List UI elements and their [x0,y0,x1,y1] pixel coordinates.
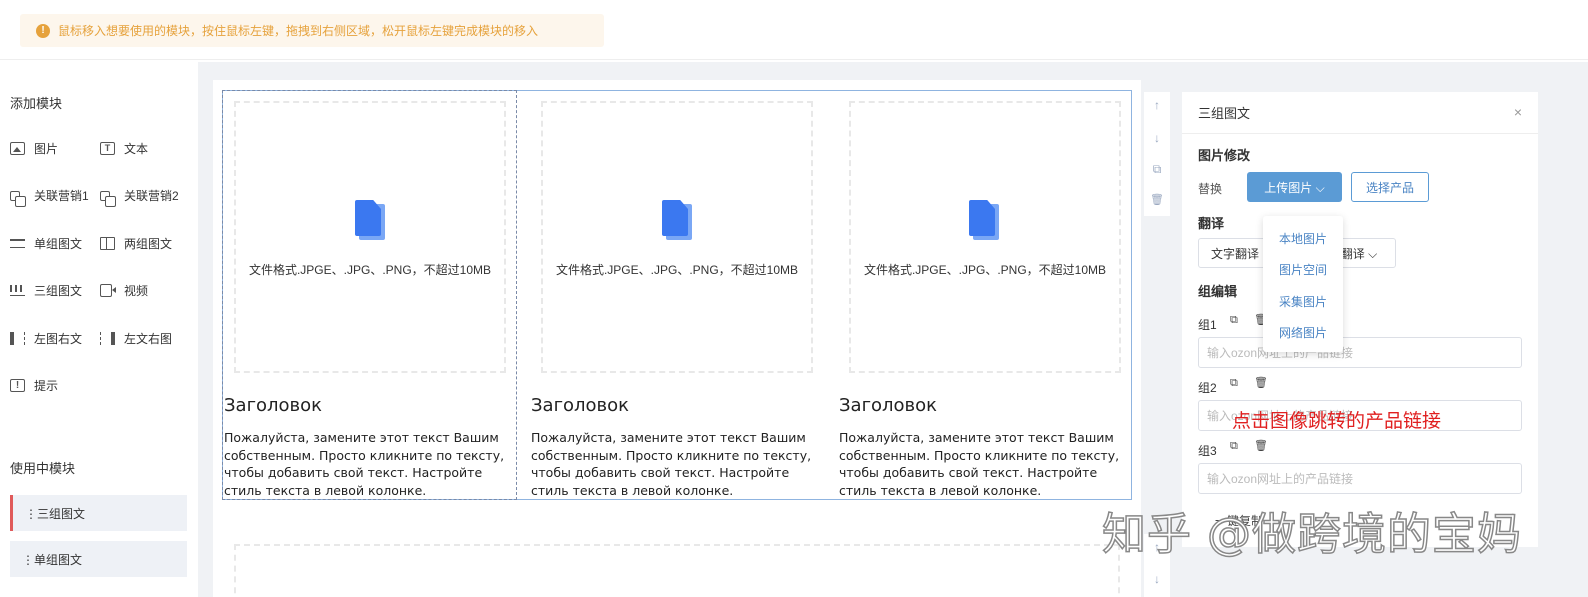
next-module-slot[interactable] [234,544,1120,597]
notice-text: 鼠标移入想要使用的模块，按住鼠标左键，拖拽到右侧区域，松开鼠标左键完成模块的移入 [58,24,539,38]
settings-panel: 三组图文 × 图片修改 替换 上传图片 ⌵ 选择产品 翻译 文字翻译 翻译 ⌵ … [1182,92,1538,547]
link-icon [100,190,116,207]
top-bar: ! 鼠标移入想要使用的模块，按住鼠标左键，拖拽到右侧区域，松开鼠标左键完成模块的… [0,0,1588,60]
notice-banner: ! 鼠标移入想要使用的模块，按住鼠标左键，拖拽到右侧区域，松开鼠标左键完成模块的… [20,14,604,47]
inuse-item[interactable]: ⋮单组图文 [10,541,187,577]
copy-icon[interactable]: ⧉ [1230,314,1238,327]
move-up-icon[interactable]: ↑ [1144,98,1170,112]
group-link-input[interactable]: 输入ozon网址上的产品链接 [1198,463,1522,494]
single-group-icon [10,239,25,248]
module-related-1[interactable]: 关联营销1 [10,187,89,207]
file-icon [355,200,385,240]
module-label: 左图右文 [34,332,83,346]
column-heading[interactable]: Заголовок [531,395,629,416]
text-translate-button[interactable]: 文字翻译 [1198,238,1272,268]
group-label: 组2 [1198,381,1217,395]
column-heading[interactable]: Заголовок [839,395,937,416]
triple-group-icon [10,285,25,296]
right-image-icon [100,332,115,345]
image-icon [10,142,25,155]
module-label: 提示 [34,379,59,393]
translate-section-title: 翻译 [1198,216,1225,231]
module-label: 关联营销2 [124,189,179,203]
group-section-title: 组编辑 [1198,284,1238,299]
upload-dropdown-menu: 本地图片 图片空间 采集图片 网络图片 [1263,216,1343,352]
annotation-text: 点击图像跳转的产品链接 [1232,411,1442,432]
module-label: 单组图文 [34,237,83,251]
tip-icon: ! [10,379,25,392]
module-label: 三组图文 [34,284,83,298]
file-hint: 文件格式.JPGE、.JPG、.PNG，不超过10MB [555,263,799,277]
replace-label: 替换 [1198,182,1223,196]
text-icon: T [100,142,115,155]
watermark: 知乎 @做跨境的宝妈 [1101,508,1522,561]
dropdown-item-local[interactable]: 本地图片 [1279,230,1327,247]
module-label: 视频 [124,284,149,298]
file-hint: 文件格式.JPGE、.JPG、.PNG，不超过10MB [863,263,1107,277]
delete-icon[interactable]: 🗑 [1254,376,1268,389]
left-image-icon [10,332,25,345]
close-icon[interactable]: × [1514,104,1522,120]
copy-icon[interactable]: ⧉ [1144,162,1170,177]
module-triple-group[interactable]: 三组图文 [10,282,82,299]
module-text[interactable]: T 文本 [100,140,148,157]
column-heading[interactable]: Заголовок [224,395,322,416]
file-icon [662,200,692,240]
group-label: 组3 [1198,444,1217,458]
module-left-image[interactable]: 左图右文 [10,330,82,347]
module-sidebar: 添加模块 图片 T 文本 关联营销1 关联营销2 单组图文 两组图文 三组图文 视… [0,62,198,597]
link-icon [10,190,26,207]
panel-header: 三组图文 × [1182,92,1538,134]
module-double-group[interactable]: 两组图文 [100,235,172,252]
dropdown-item-web[interactable]: 网络图片 [1279,324,1327,341]
module-video[interactable]: 视频 [100,282,148,299]
block-toolbar: ↑ ↓ ⧉ 🗑 [1144,92,1170,216]
module-image[interactable]: 图片 [10,140,58,157]
module-right-image[interactable]: 左文右图 [100,330,172,347]
group-link-input[interactable]: 输入ozon网址上的产品链接 [1198,337,1522,368]
delete-icon[interactable]: 🗑 [1254,439,1268,452]
move-down-icon[interactable]: ↓ [1144,131,1170,145]
group-label: 组1 [1198,318,1217,332]
module-label: 两组图文 [124,237,173,251]
module-label: 图片 [34,142,59,156]
copy-icon[interactable]: ⧉ [1230,440,1238,453]
column-text[interactable]: Пожалуйста, замените этот текст Вашим со… [224,429,516,499]
module-single-group[interactable]: 单组图文 [10,235,82,252]
inuse-title: 使用中模块 [10,461,76,476]
dropdown-item-collect[interactable]: 采集图片 [1279,293,1327,310]
double-group-icon [100,237,115,250]
file-hint: 文件格式.JPGE、.JPG、.PNG，不超过10MB [248,263,492,277]
module-label: 关联营销1 [34,189,89,203]
inuse-item[interactable]: ⋮三组图文 [10,495,187,531]
file-icon [969,200,999,240]
image-section-title: 图片修改 [1198,148,1251,163]
column-text[interactable]: Пожалуйста, замените этот текст Вашим со… [531,429,823,499]
module-label: 文本 [124,142,149,156]
move-down-icon[interactable]: ↓ [1144,572,1170,586]
panel-title: 三组图文 [1198,106,1251,121]
upload-image-button[interactable]: 上传图片 ⌵ [1247,172,1342,202]
column-text[interactable]: Пожалуйста, замените этот текст Вашим со… [839,429,1131,499]
warning-icon: ! [36,23,50,38]
module-label: 左文右图 [124,332,173,346]
select-product-button[interactable]: 选择产品 [1351,172,1429,202]
module-related-2[interactable]: 关联营销2 [100,187,179,207]
copy-icon[interactable]: ⧉ [1230,377,1238,390]
dropdown-item-space[interactable]: 图片空间 [1279,261,1327,278]
module-tip[interactable]: ! 提示 [10,377,58,394]
delete-icon[interactable]: 🗑 [1144,193,1170,206]
add-module-title: 添加模块 [10,96,63,111]
video-icon [100,284,112,297]
